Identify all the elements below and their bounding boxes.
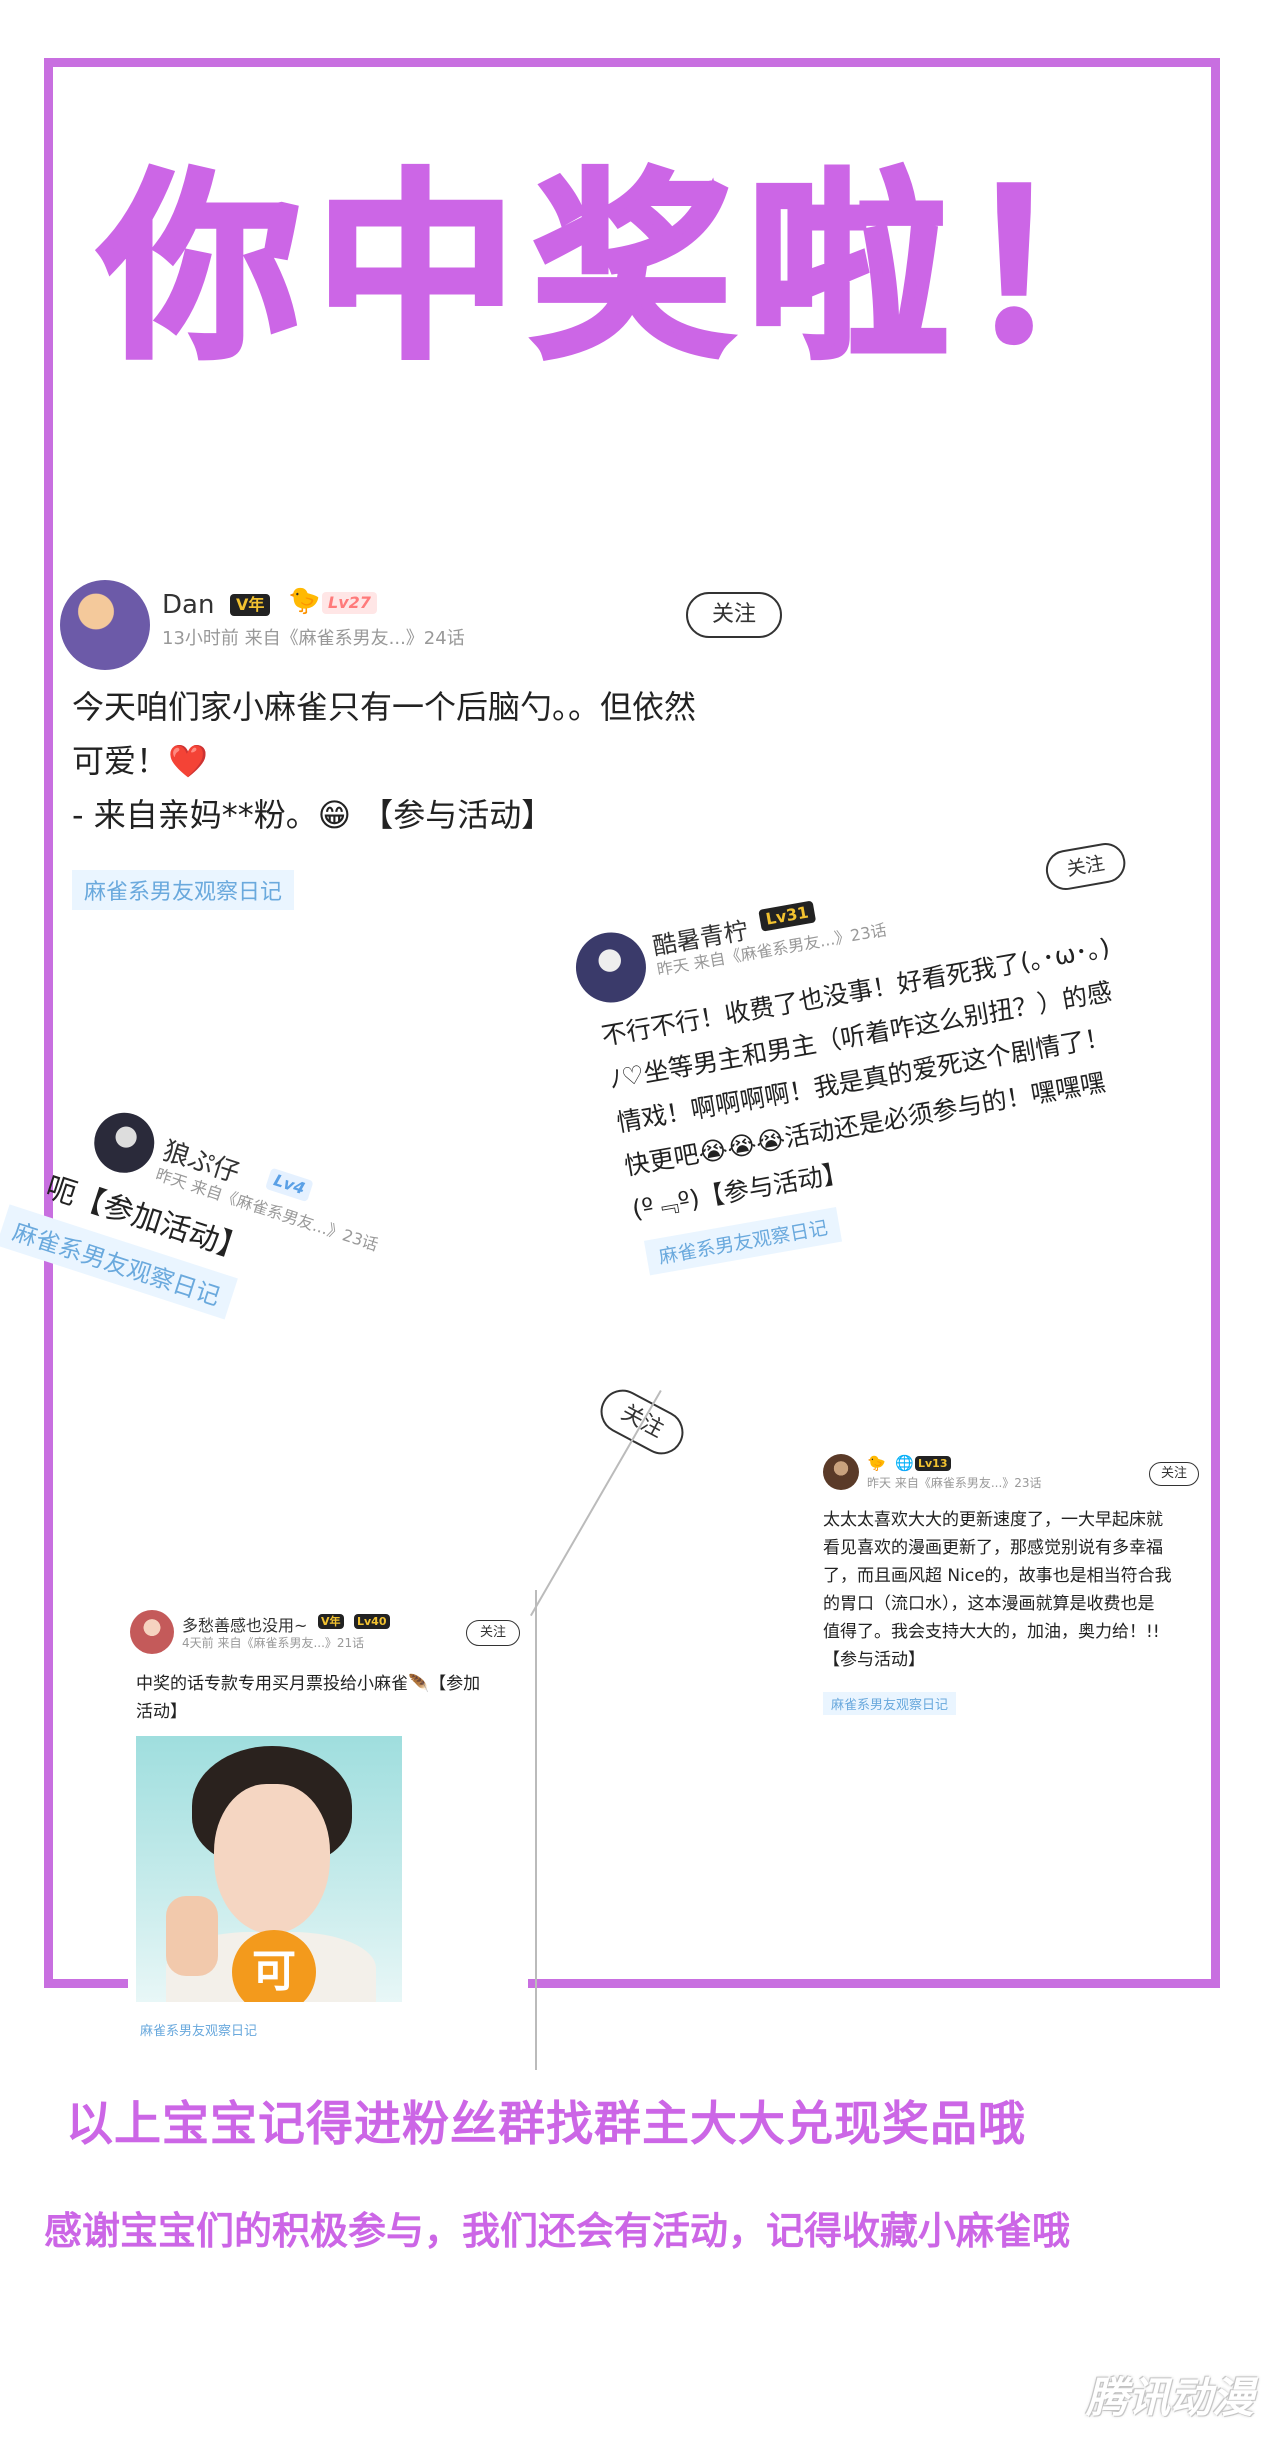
portrait-face: [214, 1784, 330, 1934]
sparrow-icon: 🐤: [867, 1454, 886, 1472]
post-line: 太太太喜欢大大的更新速度了，一大早起床就: [823, 1510, 1163, 1530]
follow-button[interactable]: 关注: [1149, 1462, 1199, 1486]
watermark-logo: 腾讯动漫: [1085, 2373, 1254, 2422]
post-line: 的胃口（流口水），这本漫画就算是收费也是: [823, 1594, 1155, 1614]
post-line: 看见喜欢的漫画更新了，那感觉别说有多幸福: [823, 1538, 1163, 1558]
post-line: 了，而且画风超 Nice的，故事也是相当符合我: [823, 1566, 1172, 1586]
username[interactable]: 多愁善感也没用~: [182, 1612, 307, 1636]
post-text: 今天咱们家小麻雀只有一个后脑勺。。但依然 可爱！❤️ - 来自亲妈**粉。😁 【…: [72, 680, 696, 842]
username[interactable]: Dan: [162, 590, 214, 620]
post-line: - 来自亲妈**粉。😁 【参与活动】: [72, 796, 554, 834]
divider-line: [535, 1590, 537, 2070]
thumb-hand: [166, 1896, 218, 1976]
post-line: 值得了。我会支持大大的，加油，奥力给！!!: [823, 1622, 1160, 1642]
avatar[interactable]: [60, 580, 150, 670]
post-line: 【参与活动】: [823, 1650, 925, 1670]
level-badge: Lv13: [915, 1456, 951, 1471]
follow-button[interactable]: 关注: [466, 1620, 520, 1646]
post-line: 中奖的话专款专用买月票投给小麻雀🪶【参加: [136, 1674, 481, 1694]
sparrow-icon: 🐤: [288, 586, 321, 616]
avatar[interactable]: [130, 1610, 174, 1654]
avatar[interactable]: [823, 1454, 859, 1490]
level-badge: Lv40: [354, 1614, 390, 1629]
level-badge: Lv27: [322, 592, 377, 614]
footer-line-2: 感谢宝宝们的积极参与，我们还会有活动，记得收藏小麻雀哦: [44, 2209, 1071, 2253]
headline: 你中奖啦！: [97, 153, 1180, 386]
topic-tag[interactable]: 麻雀系男友观察日记: [823, 1692, 957, 1715]
post-image-portrait[interactable]: 可: [136, 1736, 402, 2002]
follow-button[interactable]: 关注: [1042, 839, 1129, 894]
post-line: 今天咱们家小麻雀只有一个后脑勺。。但依然: [72, 688, 697, 726]
avatar[interactable]: [570, 926, 652, 1009]
globe-icon: 🌐: [895, 1454, 914, 1472]
post-meta: 4天前 来自《麻雀系男友...》21话: [182, 1636, 365, 1650]
post-meta: 13小时前 来自《麻雀系男友...》24话: [162, 628, 465, 649]
post-line: 可爱！❤️: [72, 742, 208, 780]
post-card-right: 🐤 🌐 Lv13 昨天 来自《麻雀系男友...》23话 关注 太太太喜欢大大的更…: [815, 1450, 1205, 1730]
post-text: 太太太喜欢大大的更新速度了，一大早起床就 看见喜欢的漫画更新了，那感觉别说有多幸…: [823, 1506, 1172, 1674]
vip-badge: V年: [230, 594, 271, 616]
topic-tag[interactable]: 麻雀系男友观察日记: [72, 870, 295, 910]
post-line: 活动】: [136, 1702, 187, 1722]
vip-badge: V年: [318, 1614, 344, 1629]
follow-button[interactable]: 关注: [686, 592, 782, 638]
level-badge: Lv31: [758, 900, 817, 932]
topic-tag[interactable]: 麻雀系男友观察日记: [132, 2018, 266, 2041]
post-text: 中奖的话专款专用买月票投给小麻雀🪶【参加 活动】: [136, 1670, 480, 1726]
post-meta: 昨天 来自《麻雀系男友...》23话: [867, 1476, 1042, 1490]
footer-line-1: 以上宝宝记得进粉丝群找群主大大兑现奖品哦: [66, 2097, 1026, 2152]
